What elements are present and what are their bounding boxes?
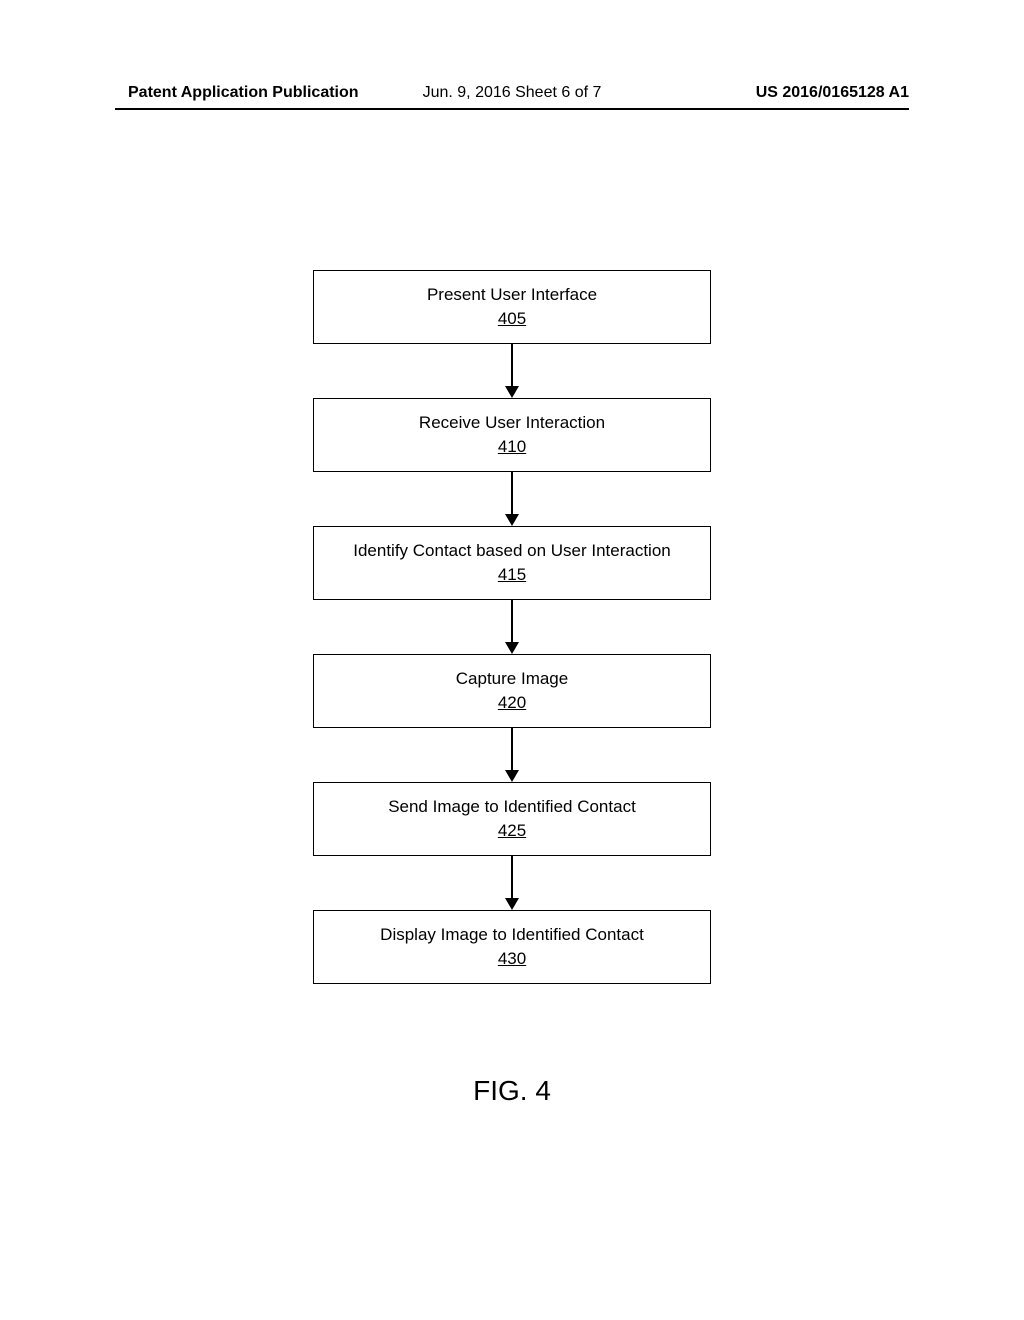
flowchart-step: Display Image to Identified Contact 430 xyxy=(313,910,711,984)
step-label: Send Image to Identified Contact xyxy=(324,797,700,817)
step-label: Present User Interface xyxy=(324,285,700,305)
arrow-down-icon xyxy=(505,856,519,910)
header-divider xyxy=(115,108,909,110)
page-header: Patent Application Publication Jun. 9, 2… xyxy=(0,84,1024,102)
arrow-down-icon xyxy=(505,600,519,654)
arrow-down-icon xyxy=(505,344,519,398)
step-label: Identify Contact based on User Interacti… xyxy=(324,541,700,561)
flowchart-step: Capture Image 420 xyxy=(313,654,711,728)
step-ref: 430 xyxy=(498,949,526,969)
step-ref: 410 xyxy=(498,437,526,457)
arrow-down-icon xyxy=(505,472,519,526)
step-ref: 420 xyxy=(498,693,526,713)
flowchart-step: Receive User Interaction 410 xyxy=(313,398,711,472)
flowchart-step: Send Image to Identified Contact 425 xyxy=(313,782,711,856)
header-right: US 2016/0165128 A1 xyxy=(756,84,909,102)
step-ref: 405 xyxy=(498,309,526,329)
step-label: Display Image to Identified Contact xyxy=(324,925,700,945)
step-label: Receive User Interaction xyxy=(324,413,700,433)
arrow-down-icon xyxy=(505,728,519,782)
header-left: Patent Application Publication xyxy=(128,84,359,102)
step-label: Capture Image xyxy=(324,669,700,689)
figure-label: FIG. 4 xyxy=(473,1075,551,1107)
header-center: Jun. 9, 2016 Sheet 6 of 7 xyxy=(423,84,602,102)
flowchart-step: Identify Contact based on User Interacti… xyxy=(313,526,711,600)
flowchart: Present User Interface 405 Receive User … xyxy=(313,270,711,984)
step-ref: 415 xyxy=(498,565,526,585)
flowchart-step: Present User Interface 405 xyxy=(313,270,711,344)
step-ref: 425 xyxy=(498,821,526,841)
